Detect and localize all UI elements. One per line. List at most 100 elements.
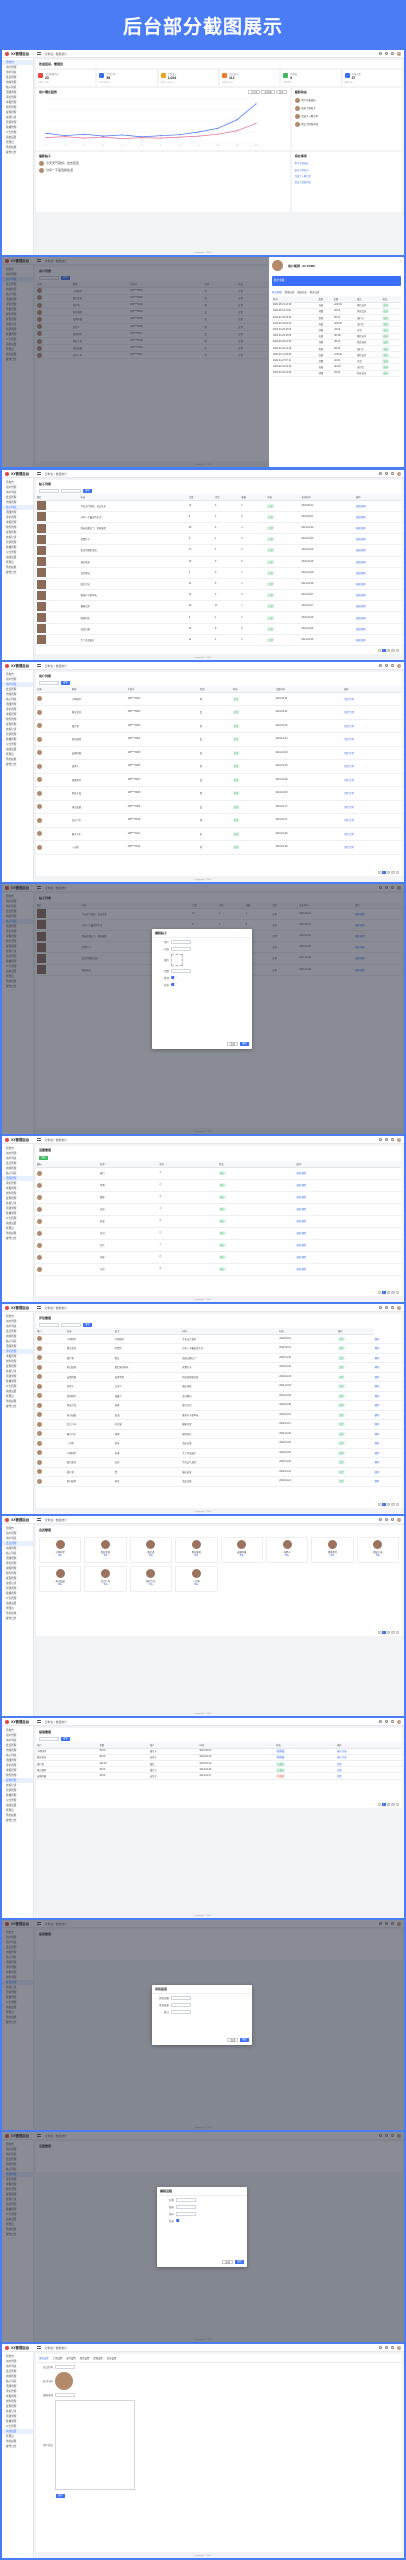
view-link[interactable]: 查看 [176,1554,216,1557]
avatar[interactable] [397,51,401,56]
balance-tab[interactable]: 充值记录 [297,290,307,294]
table-row[interactable]: 橘子汽水 138****0011 女 正常 2024-04-26 详情 禁用 [36,827,402,842]
chart-tab[interactable]: 近30天 [261,90,275,94]
upload-box[interactable] [171,953,183,966]
table-row[interactable]: 清风明月 收藏了 读书笔记 2024-04-28 正常 删除 [36,1391,402,1402]
row-actions[interactable]: 删除 [375,1481,380,1483]
page-button[interactable]: 1 [382,1802,386,1806]
balance-tab[interactable]: 积分记录 [310,290,320,294]
table-row[interactable]: 美食打卡 5 1 0 正常 2024-04-30 编辑 删除 [36,533,402,546]
table-row[interactable]: 运动 4 显示 编辑 删除 [36,1203,402,1216]
table-row[interactable]: 安静的猫 138****0005 女 正常 2024-04-29 详情 禁用 [36,746,402,761]
page-button[interactable]: ‹ [377,1802,381,1806]
sidebar-item[interactable]: 操作日志 [2,762,33,767]
row-actions[interactable]: 详情 禁用 [344,780,354,782]
search-icon[interactable] [379,664,382,667]
menu-toggle-icon[interactable] [37,664,41,667]
bell-icon[interactable] [385,664,388,667]
row-actions[interactable]: 删除 [375,1405,380,1407]
row-actions[interactable]: 详情 禁用 [344,793,354,795]
row-actions[interactable]: 删除 [375,1396,380,1398]
page-button[interactable]: ‹ [377,1502,381,1506]
row-actions[interactable]: 成功 [382,346,390,351]
row-actions[interactable]: 详情 禁用 [344,820,354,822]
activity-item[interactable]: 发布了新帖子 [292,104,402,112]
table-row[interactable]: 2024-04-26 13:25 消费 -25.00 购买会员 成功 [272,370,401,377]
page-button[interactable]: 3 [391,1802,395,1806]
row-actions[interactable]: 删除 [375,1339,380,1341]
date-input[interactable] [61,489,81,493]
member-card[interactable]: 夏日微风 查看 [175,1537,218,1563]
row-actions[interactable]: 删除 [375,1424,380,1426]
confirm-button[interactable]: 确定 [240,1042,249,1046]
table-row[interactable]: 读书 6 显示 编辑 删除 [36,1227,402,1240]
activity-item[interactable]: 完成了一笔订单 [292,112,402,120]
row-actions[interactable]: 删除 [375,1367,380,1369]
table-row[interactable]: 追梦人 138****0006 男 正常 2024-04-29 详情 禁用 [36,759,402,774]
field-input[interactable] [171,946,191,951]
table-row[interactable]: 一只鱼 绝美 海边日落 2024-04-26 正常 删除 [36,1438,402,1449]
row-actions[interactable]: 编辑 删除 [356,562,366,564]
add-button[interactable]: 添加 [39,1156,48,1160]
table-row[interactable]: 生活 9 显示 编辑 删除 [36,1263,402,1276]
row-actions[interactable]: 成功 [382,365,390,370]
menu-toggle-icon[interactable] [37,1518,41,1521]
fullscreen-icon[interactable] [391,1306,394,1309]
row-actions[interactable]: 详情 禁用 [344,726,354,728]
settings-tab[interactable]: 上传设置 [53,2356,63,2360]
page-button[interactable]: 2 [386,648,390,652]
page-button[interactable]: › [395,1802,399,1806]
table-row[interactable]: 城市夜景 30 9 5 正常 2024-04-29 编辑 删除 [36,556,402,568]
fullscreen-icon[interactable] [391,1720,394,1723]
row-actions[interactable]: 编辑 删除 [356,506,366,508]
row-actions[interactable]: 成功 [382,303,390,308]
page-button[interactable]: › [395,1502,399,1506]
table-row[interactable]: 猫咪日常 40 11 7 正常 2024-04-27 编辑 删除 [36,600,402,613]
cancel-button[interactable]: 取消 [227,2038,239,2042]
member-card[interactable]: 安静的猫 查看 [220,1537,263,1563]
row-actions[interactable]: 成功 [382,358,390,363]
row-actions[interactable]: 删除 [375,1377,380,1379]
row-actions[interactable]: 编辑 删除 [296,1185,306,1187]
table-row[interactable]: 读书笔记 6 0 1 正常 2024-04-28 编辑 删除 [36,567,402,579]
page-button[interactable]: 3 [391,870,395,874]
row-actions[interactable]: 编辑 删除 [356,606,366,608]
row-actions[interactable]: 详情 禁用 [344,847,354,849]
row-actions[interactable]: 编辑 删除 [356,528,366,530]
row-actions[interactable]: 编辑 删除 [356,618,366,620]
member-card[interactable]: 星辰大海 查看 [356,1537,399,1563]
bell-icon[interactable] [385,2346,388,2349]
row-actions[interactable]: 编辑 删除 [296,1245,306,1247]
view-link[interactable]: 查看 [40,1554,80,1557]
table-row[interactable]: 旅行者 138****0003 男 正常 2024-04-30 详情 禁用 [36,719,402,734]
row-actions[interactable]: 详情 禁用 [344,766,354,768]
settings-tab[interactable]: 提现设置 [93,2356,103,2360]
field-input[interactable] [171,939,191,944]
table-row[interactable]: 旅行日记 21 5 3 正常 2024-04-28 编辑 删除 [36,578,402,591]
row-actions[interactable]: 删除 [375,1415,380,1417]
page-button[interactable]: 1 [382,1502,386,1506]
date-input[interactable] [61,1323,81,1327]
field-input[interactable] [176,2211,196,2216]
table-row[interactable]: 旅行者 赞 城市夜景 2024-04-24 正常 删除 [36,1467,402,1478]
search-button[interactable]: 搜索 [83,1323,92,1327]
row-actions[interactable]: 成功 [382,334,390,339]
row-actions[interactable]: 删除 [375,1358,380,1360]
search-input[interactable] [39,1323,59,1327]
field-input[interactable] [171,1995,191,2000]
sidebar-item[interactable]: 操作日志 [2,1404,33,1409]
row-actions[interactable]: 编辑 删除 [356,640,366,642]
fullscreen-icon[interactable] [391,52,394,55]
page-button[interactable]: ‹ [377,1630,381,1634]
cancel-button[interactable]: 取消 [227,1042,239,1046]
toggle-switch[interactable] [176,2219,182,2222]
table-row[interactable]: 星辰大海 138****0008 男 正常 2024-04-28 详情 禁用 [36,786,402,801]
sidebar-item[interactable]: 操作日志 [2,150,33,155]
agreement-textarea[interactable] [55,2399,135,2490]
table-row[interactable]: 北方少年 138****0010 男 正常 2024-04-27 详情 禁用 [36,813,402,828]
table-row[interactable]: 南方姑娘 加油 健身打卡第30天 2024-04-27 正常 删除 [36,1410,402,1421]
sidebar-item[interactable]: 操作日志 [2,1236,33,1241]
row-actions[interactable]: 编辑 删除 [296,1257,306,1259]
field-input[interactable] [176,2204,196,2209]
row-actions[interactable]: 详情 禁用 [344,807,354,809]
